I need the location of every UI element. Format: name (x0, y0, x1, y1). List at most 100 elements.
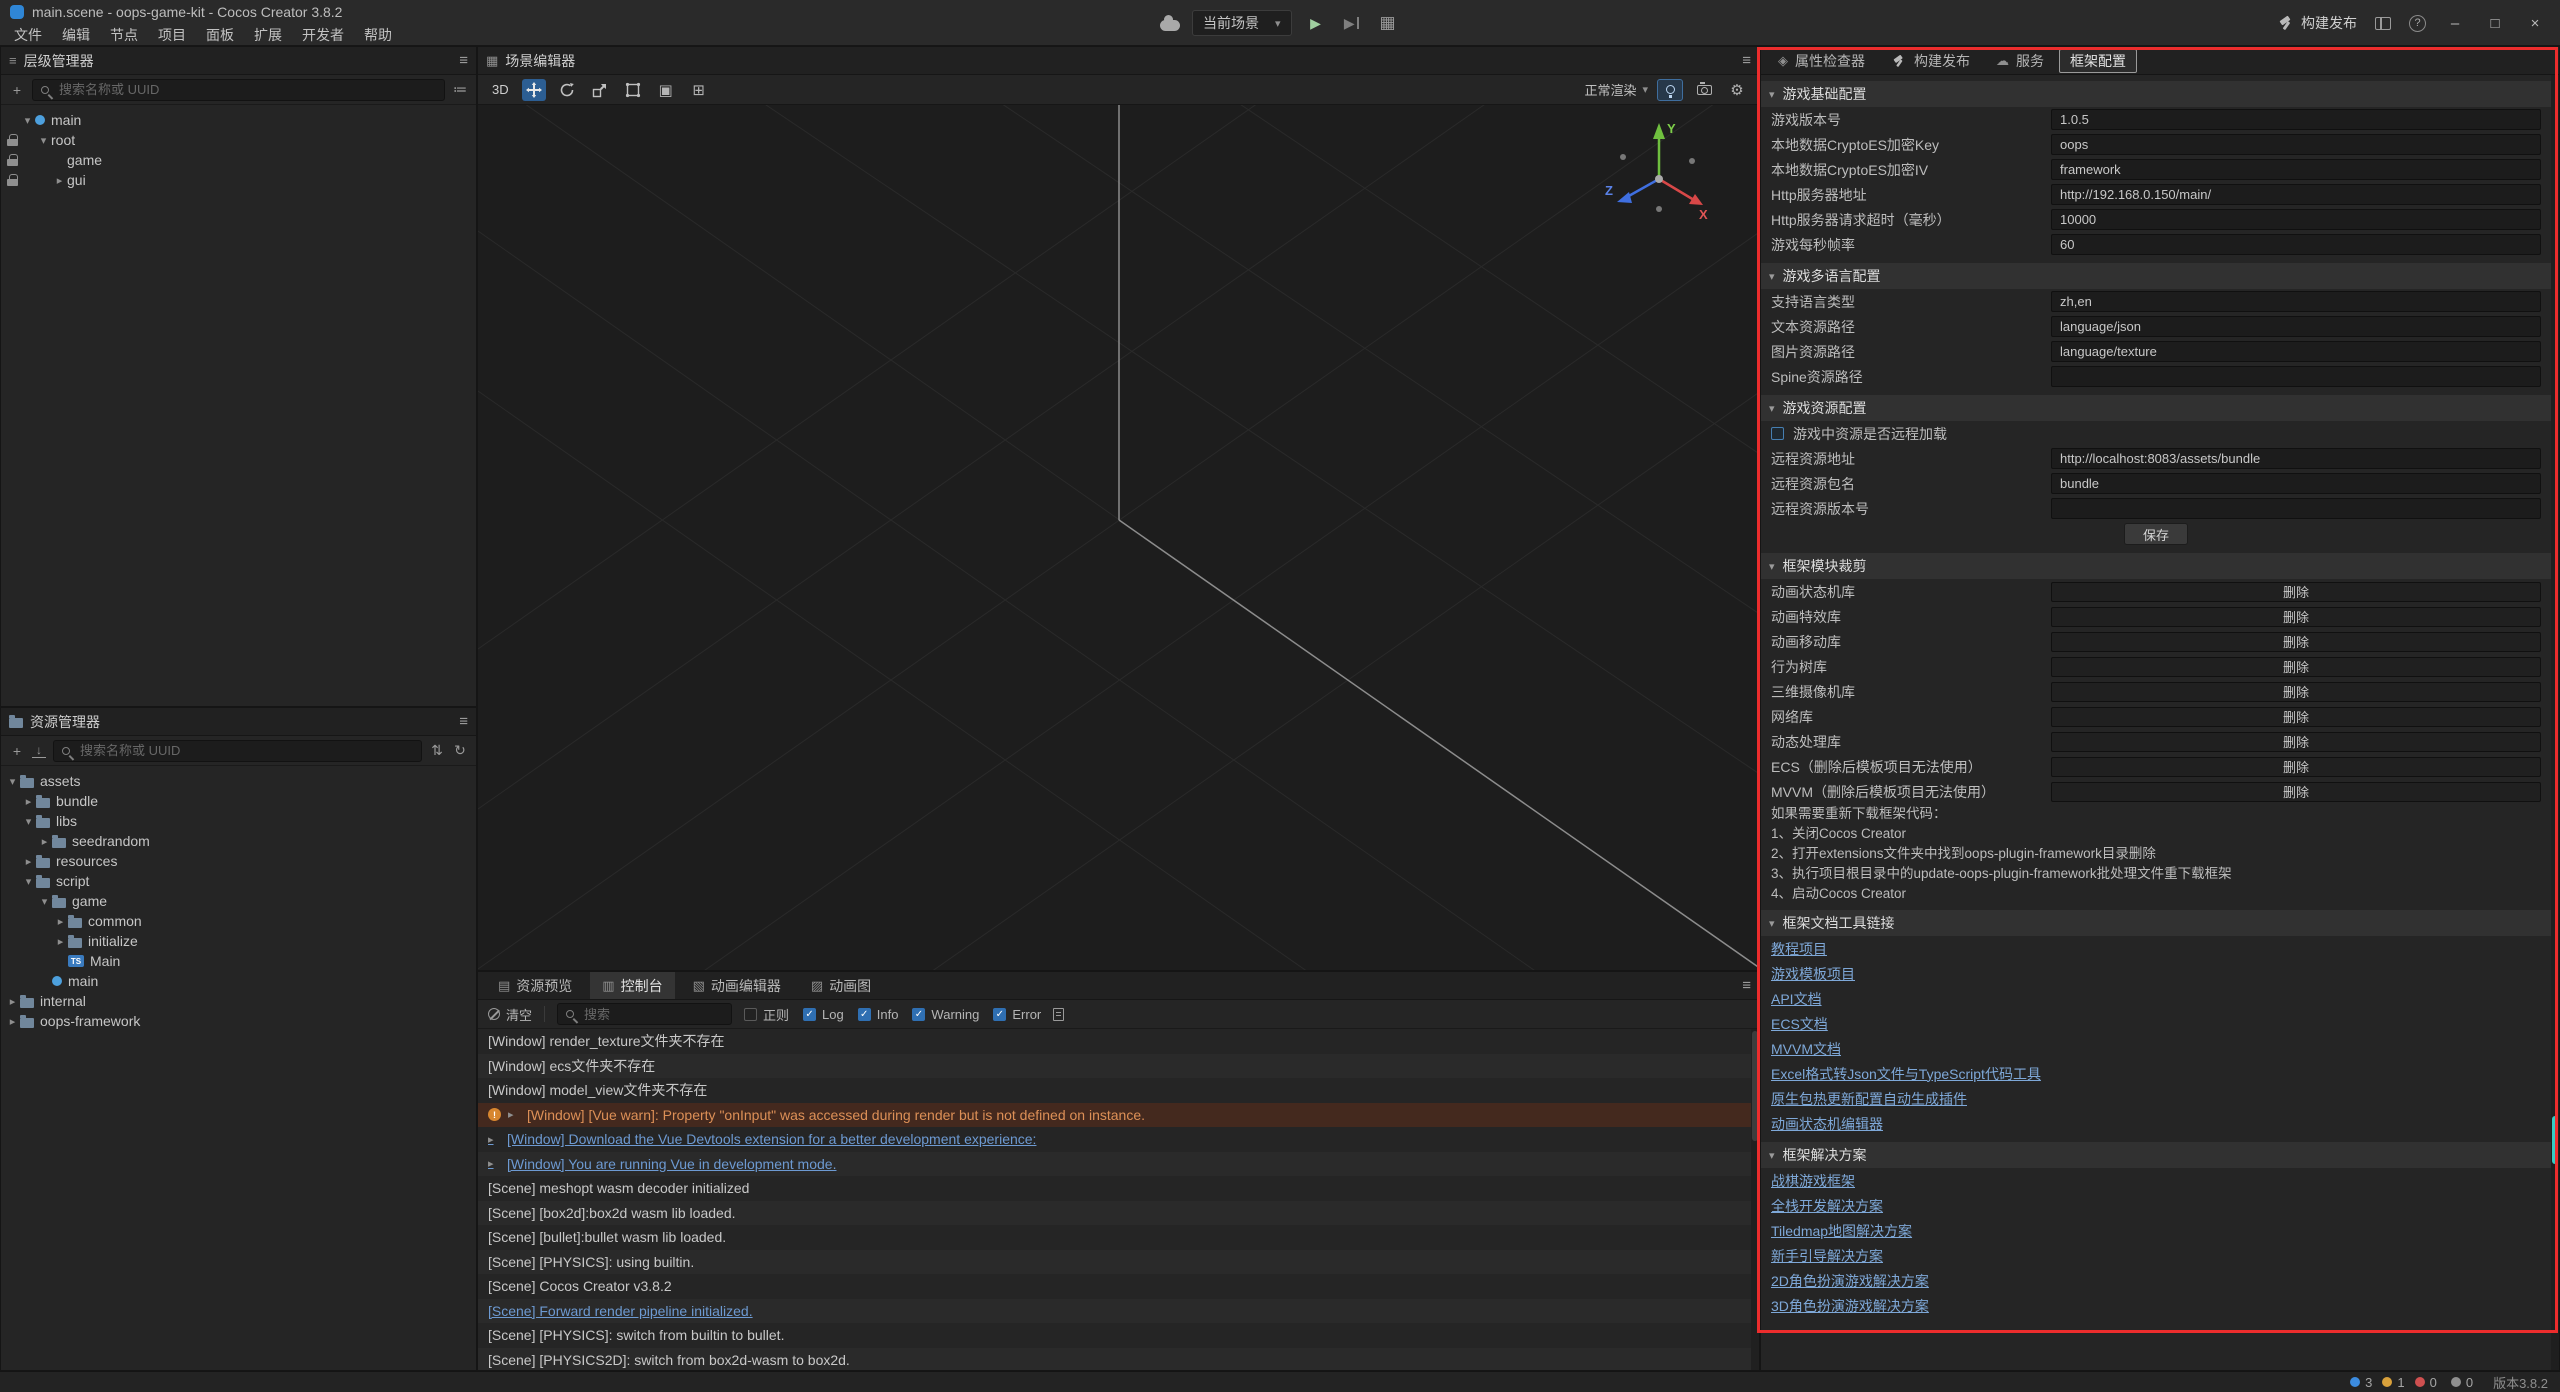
doc-link[interactable]: 全栈开发解决方案 (1771, 1196, 1883, 1216)
scene-camera-button[interactable] (1692, 79, 1716, 101)
delete-button[interactable]: 删除 (2051, 632, 2541, 652)
menu-item[interactable]: 开发者 (292, 25, 354, 45)
axis-gizmo[interactable]: Y X Z (1599, 115, 1719, 235)
scale-tool-icon[interactable] (588, 79, 612, 101)
doc-link[interactable]: MVVM文档 (1771, 1039, 1841, 1059)
console-filter[interactable]: 正则 (744, 1005, 789, 1024)
log-row[interactable]: [Window] ecs文件夹不存在 (478, 1054, 1759, 1079)
tree-right-arrow-icon[interactable]: ▸ (37, 835, 52, 848)
doc-link[interactable]: 新手引导解决方案 (1771, 1246, 1883, 1266)
inspector-tab-0[interactable]: ◈属性检查器 (1767, 49, 1876, 73)
status-info-count[interactable]: 3 (2350, 1375, 2372, 1390)
tree-row-resources[interactable]: ▸resources (1, 851, 476, 871)
tree-row-script[interactable]: ▾script (1, 871, 476, 891)
tree-right-arrow-icon[interactable]: ▸ (21, 795, 36, 808)
checkbox-icon[interactable]: ✓ (912, 1008, 925, 1021)
console-filter[interactable]: ✓Log (803, 1007, 844, 1022)
checkbox-icon[interactable]: ✓ (858, 1008, 871, 1021)
snap-settings-icon[interactable]: ⊞ (687, 79, 711, 101)
delete-button[interactable]: 删除 (2051, 607, 2541, 627)
gizmo-space-icon[interactable]: ▣ (654, 79, 678, 101)
console-tab-2[interactable]: ▧动画编辑器 (681, 972, 793, 999)
tree-right-arrow-icon[interactable]: ▸ (53, 935, 68, 948)
layout-icon[interactable] (2375, 17, 2391, 30)
assets-search-input[interactable] (80, 743, 413, 758)
scene-settings-button[interactable]: ⚙ (1725, 79, 1749, 101)
field-input[interactable] (2051, 109, 2541, 130)
tree-right-arrow-icon[interactable]: ▸ (53, 915, 68, 928)
menu-item[interactable]: 项目 (148, 25, 196, 45)
tab-assets[interactable]: 资源管理器 (9, 712, 100, 732)
import-icon[interactable]: ↓ (32, 744, 46, 758)
field-input[interactable] (2051, 184, 2541, 205)
build-publish-button[interactable]: 构建发布 (2278, 13, 2357, 33)
hierarchy-search-input[interactable] (59, 82, 436, 97)
tree-right-arrow-icon[interactable]: ▸ (5, 995, 20, 1008)
cloud-icon[interactable] (1160, 20, 1180, 31)
delete-button[interactable]: 删除 (2051, 707, 2541, 727)
close-button[interactable]: × (2524, 15, 2546, 32)
tree-down-arrow-icon[interactable]: ▾ (21, 815, 36, 828)
refresh-icon[interactable]: ↻ (452, 742, 468, 759)
scrollbar-thumb[interactable] (1752, 1031, 1758, 1141)
log-row[interactable]: [Window] model_view文件夹不存在 (478, 1078, 1759, 1103)
scrollbar-thumb[interactable] (2552, 1116, 2558, 1164)
panel-menu-icon[interactable]: ≡ (1742, 52, 1751, 69)
console-scrollbar[interactable] (1751, 1029, 1759, 1370)
console-search-input[interactable] (584, 1007, 723, 1022)
section-header[interactable]: ▾游戏基础配置 (1761, 81, 2551, 107)
delete-button[interactable]: 删除 (2051, 657, 2541, 677)
tab-hierarchy[interactable]: ≡ 层级管理器 (9, 51, 94, 71)
delete-button[interactable]: 删除 (2051, 682, 2541, 702)
section-header[interactable]: ▾游戏资源配置 (1761, 395, 2551, 421)
checkbox-icon[interactable] (744, 1008, 757, 1021)
lock-icon[interactable] (5, 133, 20, 148)
field-input[interactable] (2051, 473, 2541, 494)
expand-arrow-icon[interactable]: ▸ (488, 1133, 500, 1146)
maximize-button[interactable]: □ (2484, 15, 2506, 32)
scene-light-toggle[interactable] (1657, 79, 1683, 101)
tab-scene-editor[interactable]: ▦ 场景编辑器 (486, 51, 575, 71)
rect-tool-icon[interactable] (621, 79, 645, 101)
tree-row-oops-framework[interactable]: ▸oops-framework (1, 1011, 476, 1031)
doc-link[interactable]: 教程项目 (1771, 939, 1827, 959)
filter-icon[interactable]: ≔ (452, 81, 468, 98)
delete-button[interactable]: 删除 (2051, 757, 2541, 777)
menu-item[interactable]: 节点 (100, 25, 148, 45)
field-input[interactable] (2051, 341, 2541, 362)
tree-row-common[interactable]: ▸common (1, 911, 476, 931)
status-notice-count[interactable]: 0 (2451, 1375, 2473, 1390)
console-filter[interactable]: ✓Info (858, 1007, 899, 1022)
tree-down-arrow-icon[interactable]: ▾ (21, 875, 36, 888)
lock-icon[interactable] (5, 173, 20, 188)
doc-link[interactable]: 游戏模板项目 (1771, 964, 1855, 984)
field-input[interactable] (2051, 366, 2541, 387)
doc-link[interactable]: 3D角色扮演游戏解决方案 (1771, 1296, 1929, 1316)
lock-icon[interactable] (5, 153, 20, 168)
menu-item[interactable]: 帮助 (354, 25, 402, 45)
log-row[interactable]: [Window] render_texture文件夹不存在 (478, 1029, 1759, 1054)
doc-link[interactable]: 原生包热更新配置自动生成插件 (1771, 1089, 1967, 1109)
tree-down-arrow-icon[interactable]: ▾ (36, 134, 51, 147)
section-header[interactable]: ▾框架文档工具链接 (1761, 910, 2551, 936)
log-row[interactable]: [Scene] meshopt wasm decoder initialized (478, 1176, 1759, 1201)
help-icon[interactable]: ? (2409, 15, 2426, 32)
field-input[interactable] (2051, 448, 2541, 469)
menu-item[interactable]: 扩展 (244, 25, 292, 45)
doc-link[interactable]: API文档 (1771, 989, 1822, 1009)
tree-row-main[interactable]: ▾main (1, 110, 476, 130)
tree-down-arrow-icon[interactable]: ▾ (37, 895, 52, 908)
mode-3d-button[interactable]: 3D (488, 82, 513, 97)
tree-row-internal[interactable]: ▸internal (1, 991, 476, 1011)
field-input[interactable] (2051, 134, 2541, 155)
delete-button[interactable]: 删除 (2051, 782, 2541, 802)
tree-right-arrow-icon[interactable]: ▸ (21, 855, 36, 868)
inspector-tab-2[interactable]: ☁服务 (1985, 49, 2055, 73)
move-tool-icon[interactable] (522, 79, 546, 101)
console-tab-3[interactable]: ▨动画图 (799, 972, 883, 999)
doc-link[interactable]: 动画状态机编辑器 (1771, 1114, 1883, 1134)
play-button[interactable]: ▶ (1304, 10, 1328, 36)
save-button[interactable]: 保存 (2124, 523, 2188, 545)
clear-console-button[interactable]: 清空 (488, 1005, 532, 1024)
tree-row-bundle[interactable]: ▸bundle (1, 791, 476, 811)
